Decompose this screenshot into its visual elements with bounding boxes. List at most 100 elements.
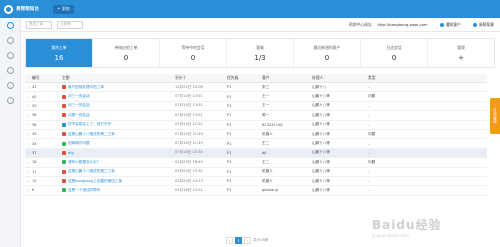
category-filter-input[interactable]: 分类筛 (57, 20, 83, 29)
row-title-link[interactable]: 请有小数据怎么办？ (68, 160, 100, 165)
star-icon[interactable]: ☆ (27, 132, 31, 137)
row-title-link[interactable]: 客户回馈处理中的工单 (68, 85, 104, 90)
table-row[interactable]: ☆ 6 这是一个测试的帮号 03月18日 10:51 P1 gbbbang 山鹏十八等 - (25, 186, 487, 196)
star-icon[interactable]: ☆ (27, 150, 31, 155)
table-row[interactable]: ☆ 42 客户回馈处理中的工单 12月22日 10:06 P1 张三 山鹏十八 - (25, 83, 487, 93)
row-customer: 823431198 (262, 122, 283, 127)
star-icon[interactable]: ☆ (27, 179, 31, 184)
sidebar-settings-icon[interactable] (0, 93, 21, 108)
stat-manage[interactable]: 管理 + (428, 39, 494, 67)
row-title-link[interactable]: 这是一个测试的帮号 (68, 188, 100, 193)
row-title-cell: 问三一的会话 (62, 103, 175, 108)
user-menu[interactable]: 易帮帮客 (472, 21, 494, 28)
row-owner: 山鹏十八等 (312, 159, 330, 164)
table-row[interactable]: ☆ 38 问周一的会话 07月14日 13:51 P1 周一 山鹏十八等 - (25, 111, 487, 121)
stat-log-sessions[interactable]: 日志会话 0 (361, 39, 428, 67)
table-row[interactable]: ☆ 36 好不容易买上了，却打不开 07月14日 11:52 P1 823431198 山鹏… (25, 121, 487, 130)
top-bar: 易帮帮知台 + 添加 (0, 0, 500, 18)
star-icon[interactable]: ☆ (27, 169, 31, 174)
row-priority: P1 (227, 113, 232, 118)
help-center: 帮助中心网址： http://bangbang.ewei.com (349, 22, 428, 28)
row-priority: P1 (227, 85, 232, 90)
stat-my-tickets[interactable]: 我的工单 16 (26, 39, 93, 67)
table-row[interactable]: ☆ 34 回单操作问题 07月14日 11:49 P1 王二 山鹏十八等 - (25, 139, 487, 149)
col-id[interactable]: 编号 (32, 75, 62, 81)
star-icon[interactable]: ☆ (27, 113, 31, 118)
sidebar-knowledge-icon[interactable] (0, 78, 21, 93)
table-row[interactable]: ☆ 18 请有小数据怎么办？ 03月23日 16:40 P1 王二 山鹏十八等 问题 (25, 158, 487, 168)
status-tag-icon (62, 141, 66, 146)
table-row[interactable]: ☆ 17 这是山鹏十八推送的第三工单 03月20日 15:32 P1 机器人 山鹏十八等 - (25, 168, 487, 177)
help-url[interactable]: http://bangbang.ewei.com (378, 22, 428, 27)
table-row[interactable]: ☆ 40 问三一的会话 07月14日 13:51 P1 王一 山鹏十八等 问题 (25, 92, 487, 102)
star-icon[interactable]: ☆ (27, 85, 31, 90)
app-logo[interactable]: 易帮帮知台 (4, 4, 39, 14)
row-owner: 山鹏十八等 (312, 94, 330, 99)
row-id: 15 (32, 179, 37, 184)
row-title-cell: 回单操作问题 (62, 141, 175, 146)
stat-waiting-sessions[interactable]: 等待中的会话 0 (160, 39, 227, 67)
status-tag-icon (62, 150, 66, 155)
row-title-link[interactable]: 问三一的会话 (68, 103, 90, 108)
sidebar-user-icon[interactable] (0, 33, 21, 48)
row-title-link[interactable]: dfg (68, 151, 74, 155)
stats-panel: 我的工单 16 待响应的工单 0 等待中的会话 0 客服 1/3 最近新增的客户 0 日志… (25, 38, 495, 68)
col-time[interactable]: 更新于 (175, 75, 227, 81)
col-customer[interactable]: 客户 (262, 75, 312, 81)
col-title[interactable]: 主题 (62, 75, 175, 81)
star-icon[interactable]: ☆ (27, 103, 31, 108)
star-icon[interactable]: ☆ (27, 188, 31, 193)
star-icon[interactable]: ☆ (27, 122, 31, 127)
user-name: 易帮帮客 (478, 21, 494, 27)
online-service-button[interactable]: 在线客服 (490, 98, 500, 134)
stat-agents[interactable]: 客服 1/3 (227, 39, 294, 67)
row-time: 07月14日 11:49 (175, 131, 203, 136)
table-row[interactable]: ☆ 35 这是山鹏十八推送的第二工单 07月14日 11:49 P1 机器人 山鹏十八等 问题 (25, 130, 487, 140)
status-tag-icon (62, 103, 66, 108)
sidebar-chat-icon[interactable] (0, 48, 21, 63)
table-row[interactable]: ☆ 15 这是bangbang上创建的第四工单 03月20日 14:13 P1 机器人 山鹏… (25, 177, 487, 187)
watermark: Baidu经验 jingyan.baidu.com (372, 216, 442, 238)
current-page[interactable]: 1 (235, 237, 242, 244)
row-title-link[interactable]: 回单操作问题 (68, 141, 90, 146)
add-button[interactable]: + 添加 (52, 4, 74, 14)
row-title-link[interactable]: 问三一的会话 (68, 94, 90, 99)
row-type: 问题 (368, 94, 376, 99)
stat-pending-tickets[interactable]: 待响应的工单 0 (93, 39, 160, 67)
col-type[interactable]: 类型 (368, 75, 418, 81)
status-tag-icon (62, 188, 66, 193)
total-count: 共计16条 (253, 238, 269, 242)
row-id: 18 (32, 160, 37, 165)
row-type: - (368, 85, 370, 90)
row-title-link[interactable]: 这是山鹏十八推送的第二工单 (68, 132, 115, 137)
row-id: 34 (32, 141, 37, 146)
stat-new-customers[interactable]: 最近新增的客户 0 (294, 39, 361, 67)
col-priority[interactable]: 优先级 (227, 75, 262, 81)
star-icon[interactable]: ☆ (27, 160, 31, 165)
row-id: 37 (32, 150, 37, 155)
row-customer: 机器人 (262, 169, 273, 174)
notify-customer[interactable]: 通知客户 (439, 22, 461, 28)
table-row[interactable]: ☆ 37 dfg 07月18日 10:34 P1 djf 山鹏十八等 - (25, 148, 487, 159)
filter-bar: 筛选工单 分类筛 帮助中心网址： http://bangbang.ewei.co… (21, 18, 500, 32)
prev-page-button[interactable]: ‹ (226, 237, 233, 244)
sidebar-ticket-icon[interactable] (0, 18, 21, 33)
star-icon[interactable]: ☆ (27, 141, 31, 146)
row-time: 07月14日 13:51 (175, 103, 203, 108)
next-page-button[interactable]: › (244, 237, 251, 244)
user-avatar-icon (472, 22, 477, 27)
row-priority: P1 (227, 160, 232, 165)
row-priority: P1 (227, 122, 232, 127)
ticket-filter-input[interactable]: 筛选工单 (26, 20, 52, 29)
col-owner[interactable]: 处理人 (312, 75, 368, 81)
row-title-link[interactable]: 这是山鹏十八推送的第三工单 (68, 169, 115, 174)
row-customer: 王一 (262, 94, 270, 99)
row-title-link[interactable]: 问周一的会话 (68, 113, 90, 118)
row-title-link[interactable]: 这是bangbang上创建的第四工单 (68, 179, 122, 184)
row-title-link[interactable]: 好不容易买上了，却打不开 (68, 122, 111, 127)
sidebar-report-icon[interactable] (0, 63, 21, 78)
table-row[interactable]: ☆ 39 问三一的会话 07月14日 13:51 P1 王一 山鹏十八等 - (25, 102, 487, 112)
star-icon[interactable]: ☆ (27, 94, 31, 99)
row-type: - (368, 188, 370, 193)
row-id: 42 (32, 85, 37, 90)
